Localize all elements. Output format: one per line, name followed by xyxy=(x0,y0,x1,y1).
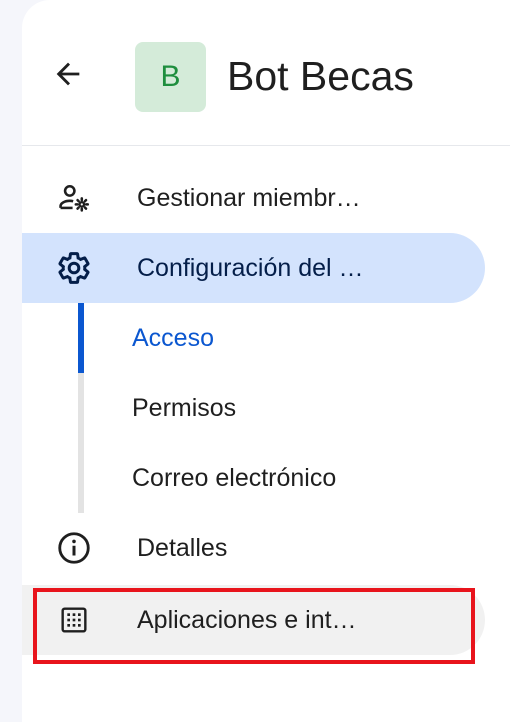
settings-icon xyxy=(56,250,92,286)
sub-item-permissions[interactable]: Permisos xyxy=(78,373,478,443)
nav-item-apps-integrations[interactable]: Aplicaciones e int… xyxy=(22,585,485,655)
manage-accounts-icon xyxy=(56,180,92,216)
apps-grid-icon xyxy=(56,602,92,638)
info-icon xyxy=(56,530,92,566)
sub-item-label: Permisos xyxy=(132,393,237,422)
space-avatar: B xyxy=(135,42,206,112)
nav-item-label: Detalles xyxy=(137,533,228,562)
back-button[interactable] xyxy=(46,52,90,96)
sub-item-email[interactable]: Correo electrónico xyxy=(78,443,478,513)
space-title: Bot Becas xyxy=(227,53,414,99)
nav-item-details[interactable]: Detalles xyxy=(22,513,462,583)
nav-item-manage-members[interactable]: Gestionar miembr… xyxy=(22,163,462,233)
header-divider xyxy=(22,145,510,146)
nav-item-label: Configuración del … xyxy=(137,253,364,282)
arrow-back-icon xyxy=(56,62,80,86)
sub-item-access[interactable]: Acceso xyxy=(78,303,478,373)
nav-item-label: Aplicaciones e int… xyxy=(137,605,357,634)
avatar-letter: B xyxy=(160,60,181,93)
nav-item-space-settings[interactable]: Configuración del … xyxy=(22,233,485,303)
sub-item-label: Correo electrónico xyxy=(132,463,337,492)
sub-item-label: Acceso xyxy=(132,323,214,352)
nav-item-label: Gestionar miembr… xyxy=(137,183,361,212)
sub-item-indicator xyxy=(78,443,84,513)
sub-item-indicator xyxy=(78,373,84,443)
sub-item-indicator xyxy=(78,303,84,373)
